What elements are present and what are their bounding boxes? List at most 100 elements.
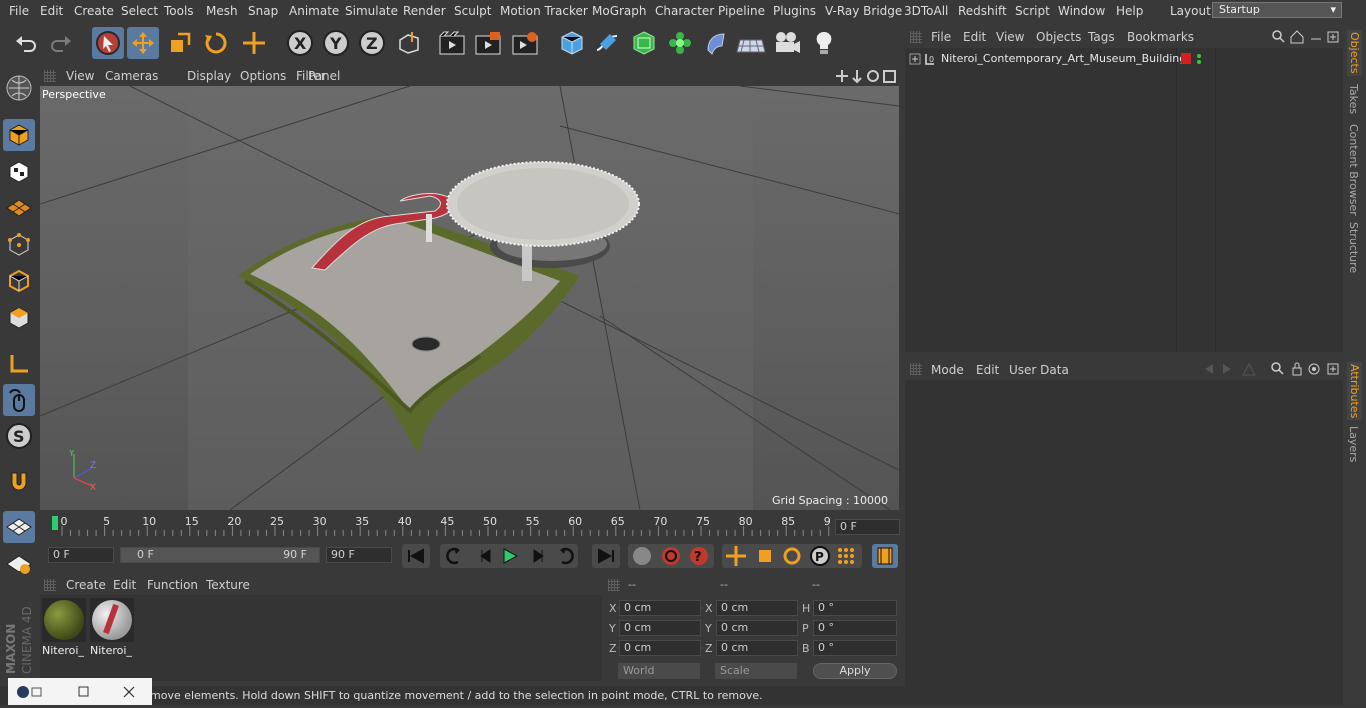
polygons-mode-icon[interactable] [3, 302, 35, 334]
move-icon[interactable] [127, 27, 159, 59]
mat-menu-edit[interactable]: Edit [113, 578, 136, 592]
y-axis-icon[interactable]: Y [320, 27, 352, 59]
tab-attributes[interactable]: Attributes [1347, 362, 1362, 421]
z-axis-icon[interactable]: Z [356, 27, 388, 59]
menu-3dtoall[interactable]: 3DToAll [904, 4, 948, 18]
start-frame-field[interactable]: 0 F [48, 547, 114, 563]
obj-menu-edit[interactable]: Edit [963, 30, 986, 44]
timeline-ruler[interactable]: 0 5 10 15 20 25 30 35 40 45 50 55 60 65 70 75 80 85 90 0 F [40, 512, 900, 544]
redo-icon[interactable] [45, 27, 77, 59]
select-arrow-icon[interactable] [92, 27, 124, 59]
deformer-icon[interactable] [700, 27, 732, 59]
tab-takes[interactable]: Takes [1347, 84, 1360, 114]
rotation-b-field[interactable]: 0 ° [813, 640, 897, 656]
tab-content-browser[interactable]: Content Browser [1347, 124, 1360, 216]
size-z-field[interactable]: 0 cm [716, 640, 798, 656]
attr-menu-user-data[interactable]: User Data [1009, 363, 1069, 377]
obj-menu-objects[interactable]: Objects [1036, 30, 1081, 44]
camera-icon[interactable] [771, 27, 803, 59]
x-axis-icon[interactable]: X [284, 27, 316, 59]
layer-color-swatch[interactable] [1181, 53, 1191, 64]
timeline-window-icon[interactable] [872, 544, 898, 568]
make-editable-icon[interactable] [3, 72, 35, 104]
drag-handle-icon[interactable] [44, 579, 56, 591]
end-frame-field[interactable]: 90 F [326, 547, 392, 563]
attributes-tools[interactable] [1201, 361, 1341, 377]
vp-menu-cameras[interactable]: Cameras [105, 69, 158, 83]
object-manager-tools[interactable] [1271, 29, 1341, 45]
menu-select[interactable]: Select [121, 4, 158, 18]
object-name[interactable]: Niteroi_Contemporary_Art_Museum_Building [941, 52, 1186, 65]
menu-snap[interactable]: Snap [248, 4, 278, 18]
expand-icon[interactable] [909, 53, 921, 65]
menu-mograph[interactable]: MoGraph [592, 4, 647, 18]
menu-simulate[interactable]: Simulate [345, 4, 398, 18]
pen-spline-icon[interactable] [591, 27, 623, 59]
cube-object-icon[interactable] [556, 27, 588, 59]
axis-mode-icon[interactable] [3, 348, 35, 380]
go-to-start-icon[interactable] [402, 544, 430, 568]
visibility-dots-icon[interactable] [1195, 52, 1203, 66]
obj-menu-file[interactable]: File [931, 30, 951, 44]
menu-sculpt[interactable]: Sculpt [454, 4, 491, 18]
render-settings-icon[interactable] [509, 27, 541, 59]
tab-structure[interactable]: Structure [1347, 222, 1360, 273]
mat-menu-create[interactable]: Create [66, 578, 106, 592]
range-slider[interactable]: 0 F 90 F [120, 547, 320, 563]
scale-dropdown[interactable]: Scale [715, 663, 797, 679]
mat-menu-function[interactable]: Function [147, 578, 198, 592]
menu-vray-bridge[interactable]: V-Ray Bridge [825, 4, 902, 18]
rotate-icon[interactable] [200, 27, 232, 59]
menu-pipeline[interactable]: Pipeline [718, 4, 765, 18]
vp-menu-view[interactable]: View [66, 69, 94, 83]
menu-window[interactable]: Window [1058, 4, 1105, 18]
floor-icon[interactable] [735, 27, 767, 59]
texture-mode-icon[interactable] [3, 156, 35, 188]
transform-icon[interactable] [238, 27, 270, 59]
drag-handle-icon[interactable] [910, 363, 922, 375]
drag-handle-icon[interactable] [608, 579, 620, 591]
menu-mesh[interactable]: Mesh [206, 4, 238, 18]
tweak-mode-icon[interactable] [3, 384, 35, 416]
model-mode-icon[interactable] [3, 119, 35, 151]
object-row[interactable]: 0 Niteroi_Contemporary_Art_Museum_Buildi… [905, 50, 1343, 68]
layout-select[interactable]: Startup [1212, 2, 1342, 18]
workplane-lock-icon[interactable] [3, 511, 35, 543]
workplane-icon[interactable] [3, 192, 35, 224]
viewport-nav-icons[interactable] [836, 68, 898, 84]
undo-icon[interactable] [10, 27, 42, 59]
render-view-icon[interactable] [436, 27, 468, 59]
menu-file[interactable]: File [9, 4, 29, 18]
perspective-viewport[interactable]: Perspective Grid Spacing : 10000 cm Y Z X [40, 86, 899, 510]
magnet-icon[interactable] [3, 466, 35, 498]
drag-handle-icon[interactable] [44, 70, 56, 82]
obj-menu-bookmarks[interactable]: Bookmarks [1127, 30, 1194, 44]
menu-render[interactable]: Render [403, 4, 446, 18]
obj-menu-tags[interactable]: Tags [1088, 30, 1115, 44]
material-item[interactable]: Niteroi_ [42, 598, 86, 657]
current-frame-field[interactable]: 0 F [835, 519, 900, 535]
menu-create[interactable]: Create [74, 4, 114, 18]
material-item[interactable]: Niteroi_ [90, 598, 134, 657]
rotation-h-field[interactable]: 0 ° [813, 600, 897, 616]
menu-motion-tracker[interactable]: Motion Tracker [500, 4, 588, 18]
menu-animate[interactable]: Animate [289, 4, 339, 18]
obj-menu-view[interactable]: View [996, 30, 1024, 44]
snap-icon[interactable]: S [3, 420, 35, 452]
position-z-field[interactable]: 0 cm [619, 640, 701, 656]
tab-objects[interactable]: Objects [1347, 30, 1362, 76]
subdivision-icon[interactable] [628, 27, 660, 59]
render-region-icon[interactable] [472, 27, 504, 59]
scale-icon[interactable] [164, 27, 196, 59]
rotation-p-field[interactable]: 0 ° [813, 620, 897, 636]
size-y-field[interactable]: 0 cm [716, 620, 798, 636]
coordinate-system-icon[interactable] [393, 27, 425, 59]
light-icon[interactable] [808, 27, 840, 59]
attr-menu-mode[interactable]: Mode [931, 363, 964, 377]
attr-menu-edit[interactable]: Edit [976, 363, 999, 377]
cloner-icon[interactable] [664, 27, 696, 59]
vp-menu-panel[interactable]: Panel [308, 69, 340, 83]
tab-layers[interactable]: Layers [1347, 426, 1360, 462]
apply-button[interactable]: Apply [813, 663, 897, 679]
locked-workplane-icon[interactable] [3, 548, 35, 580]
